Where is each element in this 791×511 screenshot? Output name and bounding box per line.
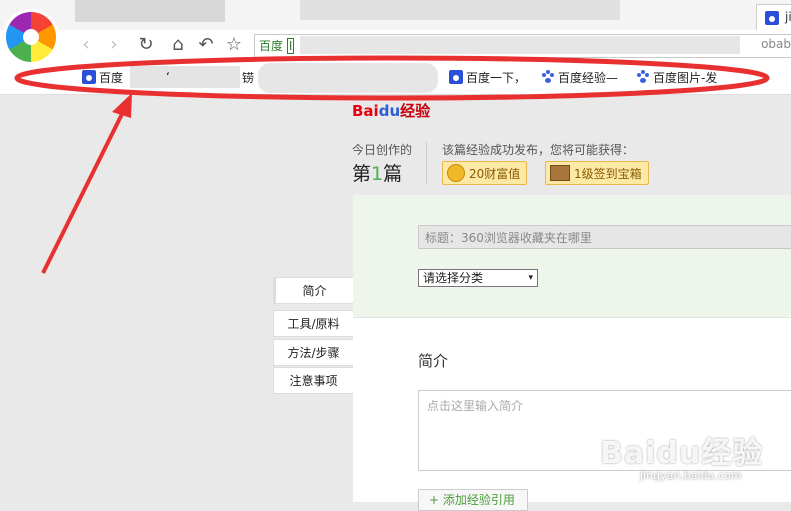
- highlight-arrow: [41, 109, 126, 274]
- highlight-ellipse: [14, 55, 770, 101]
- arrow-head-icon: [112, 93, 132, 118]
- annotation-overlay: [14, 55, 770, 274]
